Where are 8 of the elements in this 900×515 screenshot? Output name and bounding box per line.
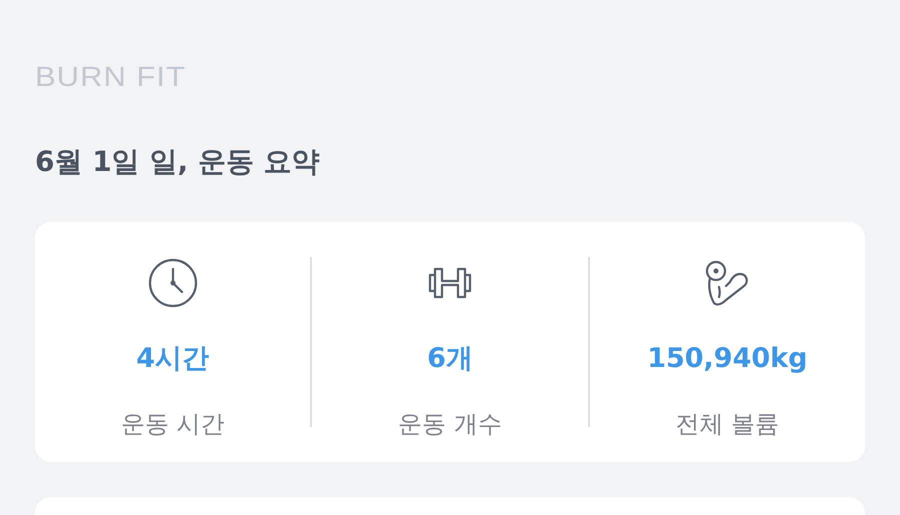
- stat-value: 150,940kg: [647, 342, 808, 376]
- clock-icon: [146, 257, 199, 309]
- stat-value: 4시간: [136, 342, 210, 376]
- page-title: 6월 1일 일, 운동 요약: [35, 144, 320, 180]
- stat-label: 운동 개수: [398, 409, 502, 439]
- stat-label: 전체 볼륨: [676, 409, 780, 439]
- stat-value: 6개: [427, 342, 473, 376]
- stat-label: 운동 시간: [120, 409, 224, 439]
